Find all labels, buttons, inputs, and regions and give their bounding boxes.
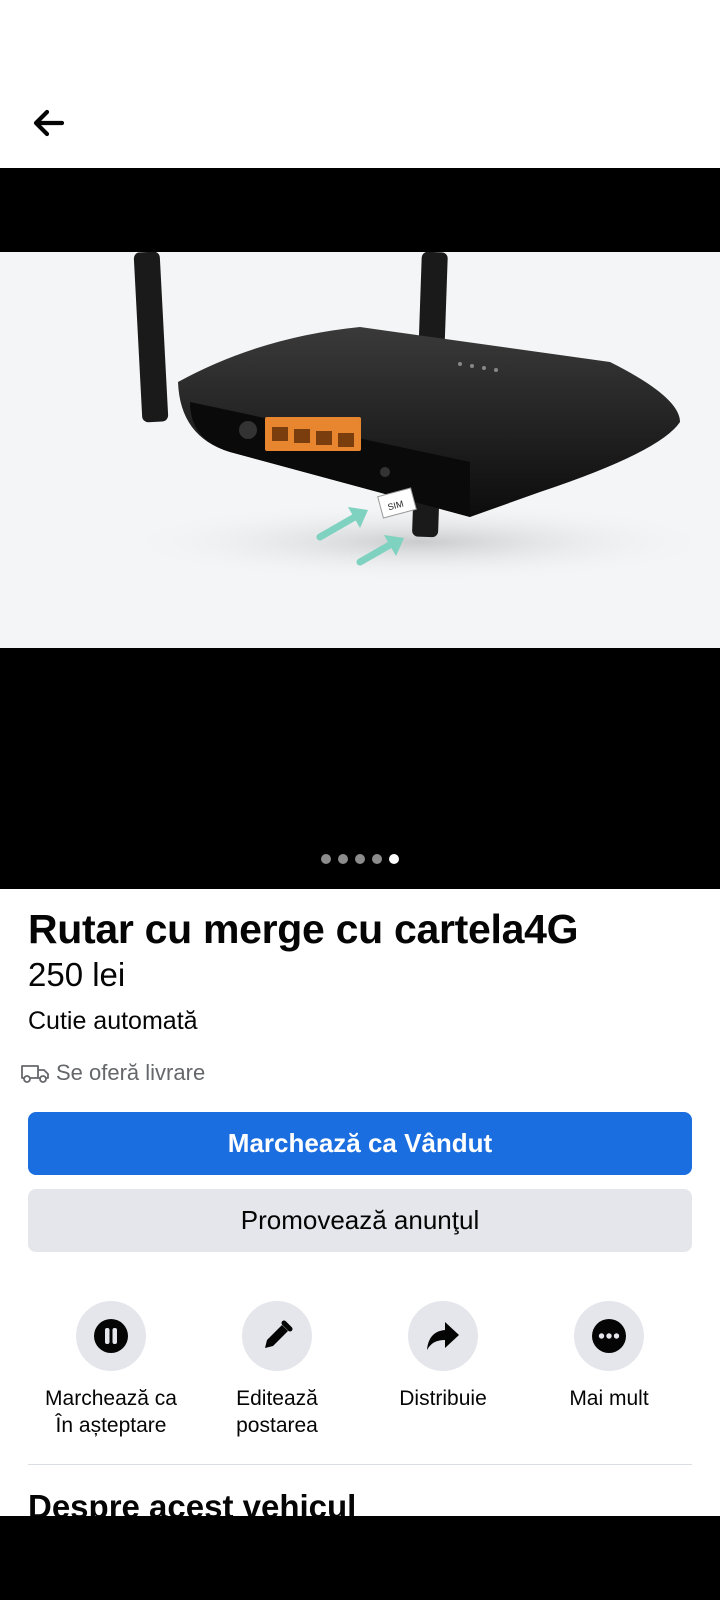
more-options-button[interactable]: Mai mult <box>526 1301 692 1439</box>
share-icon <box>427 1322 459 1350</box>
listing-actions: Marchează ca În așteptare Editează posta… <box>28 1301 692 1439</box>
action-label: Marchează ca În așteptare <box>45 1387 177 1437</box>
photo-gallery[interactable]: SIM <box>0 168 720 889</box>
action-icon-circle <box>408 1301 478 1371</box>
action-icon-circle <box>242 1301 312 1371</box>
delivery-label: Se oferă livrare <box>56 1060 206 1085</box>
action-label: Editează postarea <box>236 1387 318 1437</box>
mark-pending-button[interactable]: Marchează ca În așteptare <box>28 1301 194 1439</box>
page-dot <box>355 854 365 864</box>
listing-photo[interactable]: SIM <box>0 252 720 648</box>
system-navigation-bar <box>0 1516 720 1600</box>
page-dot <box>321 854 331 864</box>
top-bar <box>0 0 720 168</box>
divider <box>28 1464 692 1465</box>
arrow-left-icon <box>33 109 65 137</box>
action-icon-circle <box>574 1301 644 1371</box>
page-dot <box>338 854 348 864</box>
pencil-icon <box>265 1320 293 1348</box>
action-icon-circle <box>76 1301 146 1371</box>
mark-sold-button[interactable]: Marchează ca Vândut <box>28 1112 692 1175</box>
delivery-truck-icon <box>21 1065 49 1083</box>
page-dot <box>372 854 382 864</box>
listing-title: Rutar cu merge cu cartela4G <box>28 906 579 952</box>
share-button[interactable]: Distribuie <box>360 1301 526 1439</box>
action-label: Mai mult <box>569 1387 649 1410</box>
edit-post-button[interactable]: Editează postarea <box>194 1301 360 1439</box>
delivery-info: Se oferă livrare <box>20 1060 205 1086</box>
back-button[interactable] <box>22 100 76 146</box>
gallery-pagination <box>0 854 720 864</box>
pause-icon <box>94 1319 128 1353</box>
promote-listing-button[interactable]: Promovează anunţul <box>28 1189 692 1252</box>
marketplace-listing-screen: SIM Rutar cu merge cu cartela4G 250 lei … <box>0 0 720 1600</box>
listing-condition: Cutie automată <box>28 1007 198 1035</box>
more-icon <box>592 1319 626 1353</box>
page-dot-active <box>389 854 399 864</box>
listing-price: 250 lei <box>28 956 126 993</box>
action-label: Distribuie <box>399 1387 487 1410</box>
